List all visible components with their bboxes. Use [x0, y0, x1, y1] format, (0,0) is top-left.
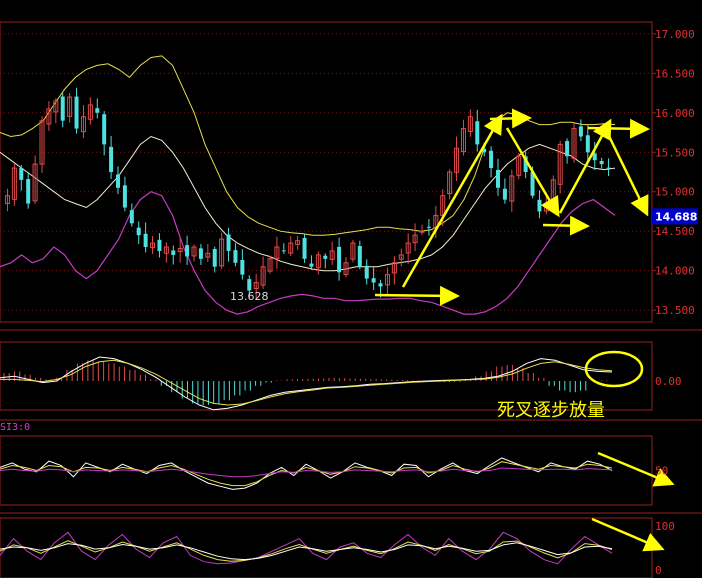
candle-body-down	[247, 279, 252, 291]
y-tick-label: 0.00	[655, 375, 682, 388]
y-tick-label: 15.500	[655, 146, 695, 159]
candle-body-down	[606, 167, 611, 169]
y-tick-label: 14.000	[655, 265, 695, 278]
candle-body-down	[122, 185, 127, 208]
candle-body-down	[599, 160, 604, 165]
candle-body-down	[95, 108, 100, 113]
indicator-1-axis: 50	[655, 465, 668, 478]
stock-chart[interactable]: 17.000 16.500 16.000 15.500 15.000 14.500 14.0…	[0, 0, 702, 578]
low-price-label: 13.628	[230, 290, 269, 303]
candle-body-down	[185, 245, 190, 257]
candle-body-down	[578, 126, 583, 137]
candle-body-down	[565, 141, 570, 157]
current-price-tag: 14.688	[652, 208, 698, 225]
y-tick-label: 50	[655, 465, 668, 478]
candle-body-down	[19, 167, 24, 180]
y-tick-label: 14.500	[655, 225, 695, 238]
candle-body-down	[143, 233, 148, 247]
candle-body-down	[26, 179, 31, 204]
candle-body-down	[371, 278, 376, 283]
candle-body-down	[116, 174, 120, 188]
candle-body-down	[129, 210, 134, 224]
candle-body-down	[171, 250, 176, 255]
candle-body-down	[226, 234, 231, 251]
candle-body-down	[233, 250, 238, 263]
annotation-arrow	[489, 108, 532, 129]
y-tick-label: 100	[655, 520, 675, 533]
candle-body-down	[364, 265, 369, 279]
candle-body-down	[475, 121, 480, 145]
candle-body-down	[240, 260, 245, 275]
candle-body-down	[502, 188, 507, 200]
candle-body-down	[426, 226, 431, 228]
y-tick-label: 16.000	[655, 107, 695, 120]
candle-body-down	[378, 283, 383, 287]
candle-body-down	[102, 114, 107, 145]
candle-body-down	[281, 250, 286, 252]
candle-body-down	[585, 135, 590, 153]
annotation-arrow	[374, 285, 460, 306]
y-tick-label: 17.000	[655, 28, 695, 41]
y-tick-label: 0	[655, 564, 662, 577]
candle-body-down	[136, 227, 141, 236]
candle-body-down	[60, 96, 65, 121]
y-tick-label: 13.500	[655, 304, 695, 317]
annotation-arrow	[542, 215, 590, 236]
current-price-label: 14.688	[655, 210, 697, 223]
candle-body-down	[309, 263, 314, 267]
candle-body-down	[323, 255, 328, 259]
candle-body-down	[212, 248, 217, 267]
candle-body-down	[489, 150, 494, 169]
candle-body-down	[496, 169, 500, 188]
candle-body-down	[198, 248, 203, 259]
indicator-1-label: SI3:0	[0, 422, 30, 433]
candle-body-down	[537, 199, 542, 212]
candle-body-down	[357, 246, 362, 267]
chart-background	[0, 0, 702, 578]
candle-body-up	[419, 230, 425, 233]
macd-annotation: 死叉逐步放量	[497, 400, 605, 421]
candle-body-down	[157, 239, 162, 251]
candle-body-down	[337, 246, 342, 273]
candle-body-down	[74, 96, 79, 129]
candle-body-down	[302, 237, 307, 259]
candle-body-down	[109, 146, 114, 172]
macd-axis: 0.00	[655, 375, 682, 388]
y-tick-label: 16.500	[655, 67, 695, 80]
annotation-arrow	[587, 118, 650, 139]
y-tick-label: 15.000	[655, 186, 695, 199]
